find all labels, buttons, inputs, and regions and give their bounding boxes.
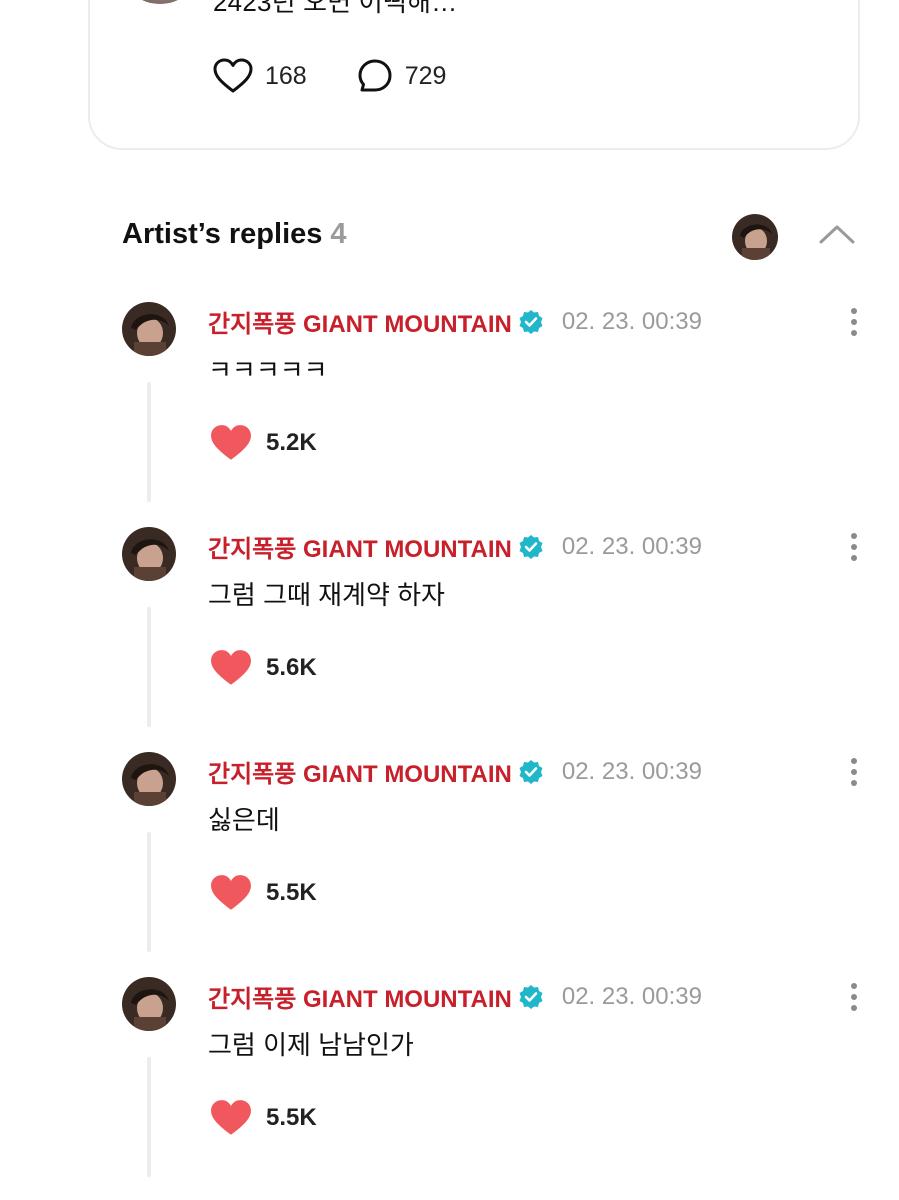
more-options-button[interactable] xyxy=(844,756,864,788)
page: 2423년 오면 어떡해… 168 729 Artist’s replies4 xyxy=(0,0,899,1200)
reply-timestamp: 02. 23. 00:39 xyxy=(561,982,702,1010)
more-options-button[interactable] xyxy=(844,531,864,563)
reply-author-name[interactable]: 간지폭풍 GIANT MOUNTAIN xyxy=(208,529,512,564)
reply-item: 간지폭풍 GIANT MOUNTAIN 02. 23. 00:39 ㅋㅋㅋㅋㅋ … xyxy=(0,302,899,527)
post-like-button[interactable]: 168 xyxy=(213,58,307,94)
reply-like-button[interactable]: 5.2K xyxy=(210,424,317,462)
reply-timestamp: 02. 23. 00:39 xyxy=(561,757,702,785)
reply-header: 간지폭풍 GIANT MOUNTAIN 02. 23. 00:39 xyxy=(208,754,702,789)
reply-header: 간지폭풍 GIANT MOUNTAIN 02. 23. 00:39 xyxy=(208,979,702,1014)
verified-badge-icon xyxy=(519,309,543,334)
reply-like-count: 5.2K xyxy=(266,429,317,456)
post-like-count: 168 xyxy=(265,61,307,90)
thread-line xyxy=(147,832,151,952)
verified-badge-icon xyxy=(519,759,543,784)
verified-badge-icon xyxy=(519,534,543,559)
heart-filled-icon xyxy=(211,650,251,685)
reply-author-name[interactable]: 간지폭풍 GIANT MOUNTAIN xyxy=(208,754,512,789)
reply-text: 그럼 이제 남남인가 xyxy=(208,1030,414,1060)
artist-avatar[interactable] xyxy=(732,214,778,260)
reply-author-name[interactable]: 간지폭풍 GIANT MOUNTAIN xyxy=(208,979,512,1014)
reply-like-button[interactable]: 5.5K xyxy=(210,1099,317,1137)
reply-author-name[interactable]: 간지폭풍 GIANT MOUNTAIN xyxy=(208,304,512,339)
speech-bubble-icon xyxy=(358,59,392,92)
avatar-image xyxy=(122,752,176,806)
avatar-image xyxy=(122,302,176,356)
heart-outline-icon xyxy=(213,58,253,93)
reply-item: 간지폭풍 GIANT MOUNTAIN 02. 23. 00:39 싫은데 5.… xyxy=(0,752,899,977)
reply-like-count: 5.5K xyxy=(266,1104,317,1131)
reply-author-avatar[interactable] xyxy=(122,527,176,581)
artist-replies-header: Artist’s replies 4 xyxy=(122,218,347,251)
reply-author-avatar[interactable] xyxy=(122,752,176,806)
artist-replies-count: 4 xyxy=(330,218,347,250)
post-comment-button[interactable]: 729 xyxy=(357,58,447,94)
reply-item: 간지폭풍 GIANT MOUNTAIN 02. 23. 00:39 그럼 그때 … xyxy=(0,527,899,752)
reply-text: ㅋㅋㅋㅋㅋ xyxy=(208,355,328,385)
artist-replies-title: Artist’s replies xyxy=(122,218,323,250)
reply-header: 간지폭풍 GIANT MOUNTAIN 02. 23. 00:39 xyxy=(208,304,702,339)
reply-author-avatar[interactable] xyxy=(122,302,176,356)
reply-like-button[interactable]: 5.5K xyxy=(210,874,317,912)
more-options-button[interactable] xyxy=(844,981,864,1013)
verified-badge-icon xyxy=(519,984,543,1009)
heart-filled-icon xyxy=(211,1100,251,1135)
post-comment-count: 729 xyxy=(404,61,447,90)
collapse-replies-button[interactable] xyxy=(815,218,859,248)
reply-like-button[interactable]: 5.6K xyxy=(210,649,317,687)
reply-author-avatar[interactable] xyxy=(122,977,176,1031)
thread-line xyxy=(147,607,151,727)
post-author-avatar[interactable] xyxy=(124,0,196,4)
vertical-dots-icon xyxy=(851,533,857,561)
heart-filled-icon xyxy=(211,425,251,460)
thread-line xyxy=(147,1057,151,1177)
reply-text: 싫은데 xyxy=(208,805,280,835)
vertical-dots-icon xyxy=(851,308,857,336)
post-actions: 168 729 xyxy=(213,58,496,94)
vertical-dots-icon xyxy=(851,758,857,786)
artist-avatar-image xyxy=(732,214,778,260)
reply-header: 간지폭풍 GIANT MOUNTAIN 02. 23. 00:39 xyxy=(208,529,702,564)
reply-item: 간지폭풍 GIANT MOUNTAIN 02. 23. 00:39 그럼 이제 … xyxy=(0,977,899,1200)
avatar-image xyxy=(122,977,176,1031)
more-options-button[interactable] xyxy=(844,306,864,338)
post-card: 2423년 오면 어떡해… 168 729 xyxy=(88,0,860,150)
thread-line xyxy=(147,382,151,502)
vertical-dots-icon xyxy=(851,983,857,1011)
heart-filled-icon xyxy=(211,875,251,910)
reply-like-count: 5.5K xyxy=(266,879,317,906)
reply-text: 그럼 그때 재계약 하자 xyxy=(208,580,445,610)
reply-like-count: 5.6K xyxy=(266,654,317,681)
post-text: 2423년 오면 어떡해… xyxy=(213,0,458,17)
chevron-up-icon xyxy=(819,225,855,244)
reply-timestamp: 02. 23. 00:39 xyxy=(561,532,702,560)
reply-timestamp: 02. 23. 00:39 xyxy=(561,307,702,335)
avatar-image xyxy=(122,527,176,581)
